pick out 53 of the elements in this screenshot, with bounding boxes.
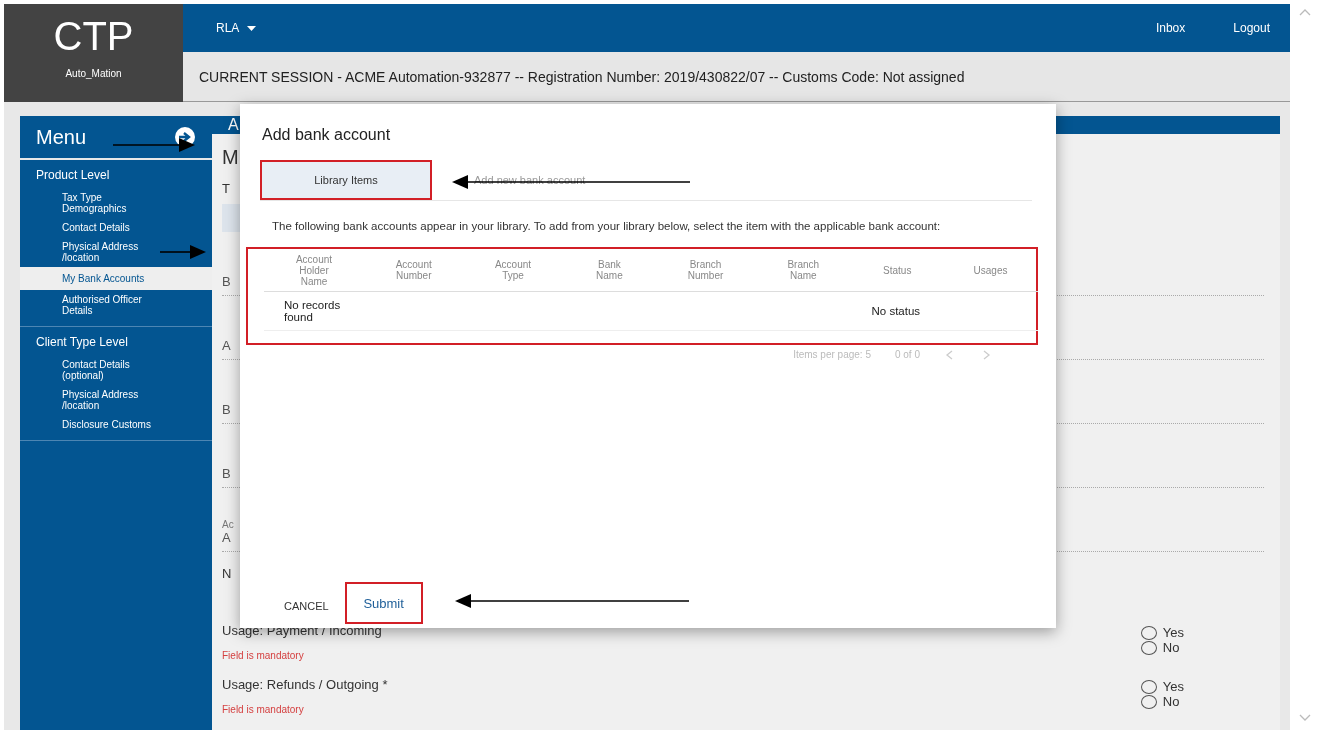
- submit-button[interactable]: Submit: [344, 582, 423, 624]
- column-header: Bank Name: [562, 249, 657, 292]
- option-label: Yes: [1162, 679, 1184, 694]
- field-label: B: [222, 274, 231, 289]
- column-header: Status: [851, 249, 943, 292]
- logo: CTP: [53, 14, 134, 58]
- menu-item[interactable]: Physical Address /location: [62, 237, 158, 267]
- error-message: Field is mandatory: [222, 650, 304, 661]
- menu-item[interactable]: Tax Type Demographics: [62, 188, 158, 218]
- field-label: A: [222, 530, 231, 545]
- field-label: B: [222, 466, 231, 481]
- column-header: Branch Name: [755, 249, 852, 292]
- tab[interactable]: Library Items: [262, 162, 430, 198]
- scroll-up-icon: [1299, 8, 1311, 16]
- menu-item[interactable]: Contact Details: [62, 218, 130, 237]
- nav-link[interactable]: Logout: [1233, 21, 1270, 35]
- cancel-button[interactable]: CANCEL: [280, 596, 333, 616]
- option-label: Yes: [1162, 625, 1184, 640]
- field-caption: Ac: [222, 519, 234, 530]
- question-label: Usage: Refunds / Outgoing *: [222, 677, 388, 692]
- column-header: Usages: [942, 249, 1038, 292]
- column-header: Account Type: [463, 249, 563, 292]
- page-range: 0 of 0: [894, 349, 920, 360]
- table-cell: No records found: [264, 291, 365, 331]
- menu-item[interactable]: Disclosure Customs: [62, 415, 151, 434]
- menu-item[interactable]: Physical Address /location: [62, 385, 158, 415]
- arrow: [160, 245, 206, 259]
- menu-item[interactable]: Authorised Officer Details: [62, 290, 158, 320]
- nav-link[interactable]: Inbox: [1155, 21, 1186, 35]
- items-per-page: Items per page: 5: [793, 349, 871, 360]
- option-label: No: [1162, 640, 1180, 655]
- menu-item[interactable]: My Bank Accounts: [20, 267, 212, 290]
- page-title: M: [222, 146, 239, 169]
- column-header: Account Number: [364, 249, 464, 292]
- option-label: No: [1162, 694, 1180, 709]
- field-label: B: [222, 402, 231, 417]
- section-heading: Client Type Level: [35, 334, 129, 351]
- field-label: A: [222, 338, 231, 353]
- column-header: Branch Number: [656, 249, 755, 292]
- user-name: Auto_Mation: [65, 68, 122, 79]
- section-title: N: [222, 566, 232, 581]
- section-heading: Product Level: [35, 167, 111, 184]
- menu-title: Menu: [36, 125, 87, 149]
- subtitle: T: [222, 181, 230, 196]
- caret-icon: [247, 25, 257, 31]
- scroll-down-icon: [1299, 714, 1311, 722]
- intro-text: The following bank accounts appear in your library. To add from your library below, select the item with the applicable bank account:: [272, 219, 942, 233]
- table-cell: No status: [851, 291, 943, 331]
- dropdown-menu[interactable]: RLA: [216, 21, 1108, 35]
- error-message: Field is mandatory: [222, 704, 304, 715]
- column-header: Account Holder Name: [264, 249, 365, 292]
- menu-item[interactable]: Contact Details (optional): [62, 355, 158, 385]
- session-bar: CURRENT SESSION - ACME Automation-932877 -- Registration Number: 2019/430822/07 -- Customs Code: Not assigned: [183, 52, 1290, 102]
